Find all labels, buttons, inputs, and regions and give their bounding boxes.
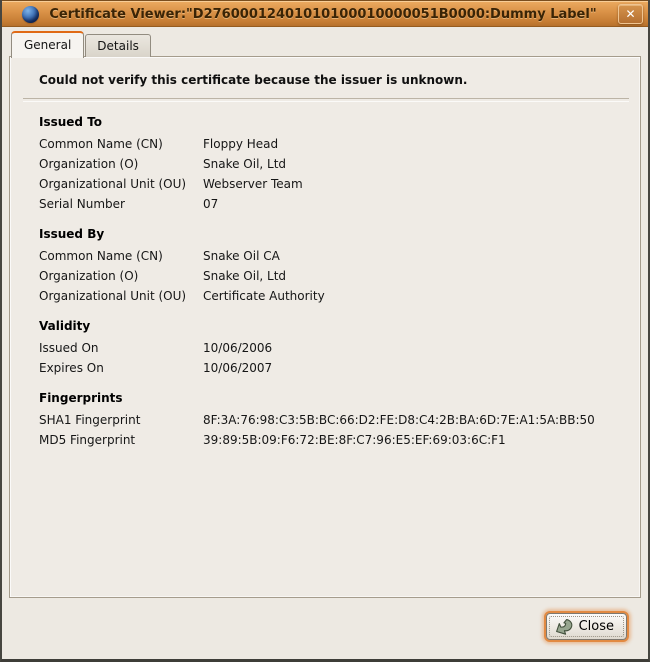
field-value: Certificate Authority <box>203 286 325 306</box>
section-validity: Validity Issued On 10/06/2006 Expires On… <box>39 319 629 378</box>
section-issued-to: Issued To Common Name (CN) Floppy Head O… <box>39 115 629 214</box>
field-label: Common Name (CN) <box>39 246 203 266</box>
general-tab-panel: Could not verify this certificate becaus… <box>9 56 641 598</box>
window-close-button[interactable]: ✕ <box>618 4 643 24</box>
verify-warning-text: Could not verify this certificate becaus… <box>39 73 629 87</box>
field-row: Organization (O) Snake Oil, Ltd <box>39 154 629 174</box>
field-row: Organization (O) Snake Oil, Ltd <box>39 266 629 286</box>
close-arrow-icon <box>554 618 574 636</box>
close-icon: ✕ <box>625 7 635 21</box>
field-label: Issued On <box>39 338 203 358</box>
section-title: Fingerprints <box>39 391 629 405</box>
section-fingerprints: Fingerprints SHA1 Fingerprint 8F:3A:76:9… <box>39 391 629 450</box>
field-label: Organization (O) <box>39 154 203 174</box>
field-value: 8F:3A:76:98:C3:5B:BC:66:D2:FE:D8:C4:2B:B… <box>203 410 595 430</box>
field-label: Organizational Unit (OU) <box>39 286 203 306</box>
certificate-viewer-window: Certificate Viewer:"D2760001240101010001… <box>0 0 650 662</box>
field-value: Webserver Team <box>203 174 303 194</box>
field-row: Common Name (CN) Snake Oil CA <box>39 246 629 266</box>
section-title: Validity <box>39 319 629 333</box>
section-issued-by: Issued By Common Name (CN) Snake Oil CA … <box>39 227 629 306</box>
field-value: Snake Oil, Ltd <box>203 154 286 174</box>
field-value: 10/06/2006 <box>203 338 272 358</box>
field-value: 07 <box>203 194 218 214</box>
field-label: Serial Number <box>39 194 203 214</box>
field-row: Common Name (CN) Floppy Head <box>39 134 629 154</box>
field-row: MD5 Fingerprint 39:89:5B:09:F6:72:BE:8F:… <box>39 430 629 450</box>
field-row: Serial Number 07 <box>39 194 629 214</box>
field-row: Organizational Unit (OU) Certificate Aut… <box>39 286 629 306</box>
field-value: Floppy Head <box>203 134 278 154</box>
close-button[interactable]: Close <box>546 613 627 640</box>
field-label: Common Name (CN) <box>39 134 203 154</box>
section-title: Issued By <box>39 227 629 241</box>
field-row: Organizational Unit (OU) Webserver Team <box>39 174 629 194</box>
window-titlebar[interactable]: Certificate Viewer:"D2760001240101010001… <box>2 0 648 27</box>
field-row: Expires On 10/06/2007 <box>39 358 629 378</box>
separator <box>23 98 629 102</box>
field-value: Snake Oil, Ltd <box>203 266 286 286</box>
field-label: MD5 Fingerprint <box>39 430 203 450</box>
close-button-label: Close <box>579 619 614 634</box>
field-value: 10/06/2007 <box>203 358 272 378</box>
tab-bar: General Details <box>11 29 152 57</box>
window-title: Certificate Viewer:"D2760001240101010001… <box>32 7 614 22</box>
tab-general[interactable]: General <box>11 31 84 58</box>
field-value: Snake Oil CA <box>203 246 280 266</box>
tab-details[interactable]: Details <box>85 34 151 57</box>
section-title: Issued To <box>39 115 629 129</box>
field-row: SHA1 Fingerprint 8F:3A:76:98:C3:5B:BC:66… <box>39 410 629 430</box>
field-label: Expires On <box>39 358 203 378</box>
field-row: Issued On 10/06/2006 <box>39 338 629 358</box>
field-label: Organizational Unit (OU) <box>39 174 203 194</box>
field-value: 39:89:5B:09:F6:72:BE:8F:C7:96:E5:EF:69:0… <box>203 430 506 450</box>
field-label: SHA1 Fingerprint <box>39 410 203 430</box>
field-label: Organization (O) <box>39 266 203 286</box>
